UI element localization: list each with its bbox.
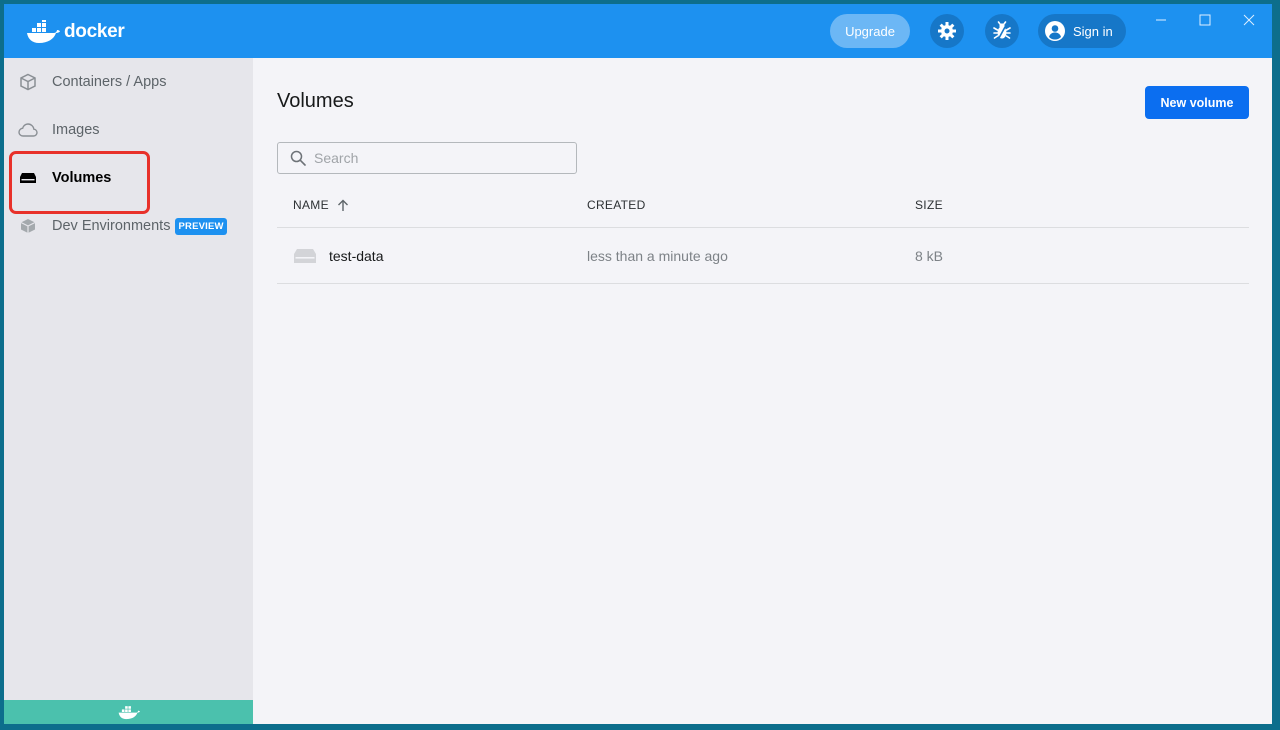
preview-badge: PREVIEW [175,217,227,235]
sign-in-label: Sign in [1073,23,1113,39]
sort-ascending-icon [337,199,349,212]
search-input[interactable] [314,150,564,166]
docker-desktop-window: docker Upgrade Sign in Containers / Apps… [4,4,1272,724]
sidebar-item-dev-environments[interactable]: Dev Environments PREVIEW [4,206,253,246]
volume-created: less than a minute ago [587,247,728,264]
maximize-icon [1199,14,1211,26]
gear-icon [938,22,956,40]
settings-button[interactable] [930,14,964,48]
volume-name: test-data [329,247,384,264]
logo-text: docker [64,21,125,42]
volume-icon [18,168,38,188]
table-row[interactable]: test-data less than a minute ago 8 kB [277,228,1249,284]
main-content: Volumes New volume NAME CREATED [253,58,1272,724]
bug-icon [993,21,1011,39]
column-header-created[interactable]: CREATED [587,182,646,228]
column-header-label: SIZE [915,198,943,212]
sidebar-item-label: Volumes [52,170,112,186]
column-header-label: NAME [293,198,329,212]
title-bar: docker Upgrade Sign in [4,4,1272,58]
close-button[interactable] [1237,10,1261,30]
sign-in-button[interactable]: Sign in [1038,14,1126,48]
table-header: NAME CREATED SIZE [277,182,1249,228]
column-header-label: CREATED [587,198,646,212]
troubleshoot-button[interactable] [985,14,1019,48]
docker-whale-icon [118,706,140,720]
minimize-icon [1156,19,1166,21]
maximize-button[interactable] [1193,10,1217,30]
upgrade-button[interactable]: Upgrade [830,14,910,48]
docker-whale-icon [27,20,60,43]
dev-environments-icon [18,216,38,236]
search-icon [290,150,306,166]
sidebar-item-label: Images [52,122,100,138]
page-title: Volumes [277,90,354,112]
docker-logo: docker [26,18,125,46]
new-volume-button[interactable]: New volume [1145,86,1249,119]
minimize-button[interactable] [1149,10,1173,30]
sidebar-item-label: Dev Environments [52,218,171,234]
sidebar-item-label: Containers / Apps [52,74,167,90]
column-header-name[interactable]: NAME [293,182,349,228]
volume-icon [293,248,317,264]
user-avatar-icon [1045,21,1065,41]
sidebar: Containers / Apps Images Volumes Dev Env… [4,58,253,724]
containers-icon [18,72,38,92]
sidebar-item-containers-apps[interactable]: Containers / Apps [4,62,253,102]
volume-size: 8 kB [915,247,944,264]
cloud-icon [18,120,38,140]
sidebar-item-volumes[interactable]: Volumes [4,158,253,198]
close-icon [1243,14,1255,26]
search-box[interactable] [277,142,577,174]
engine-status-bar[interactable] [4,700,253,724]
column-header-size[interactable]: SIZE [915,182,943,228]
volume-name-cell: test-data [293,228,383,283]
sidebar-item-images[interactable]: Images [4,110,253,150]
